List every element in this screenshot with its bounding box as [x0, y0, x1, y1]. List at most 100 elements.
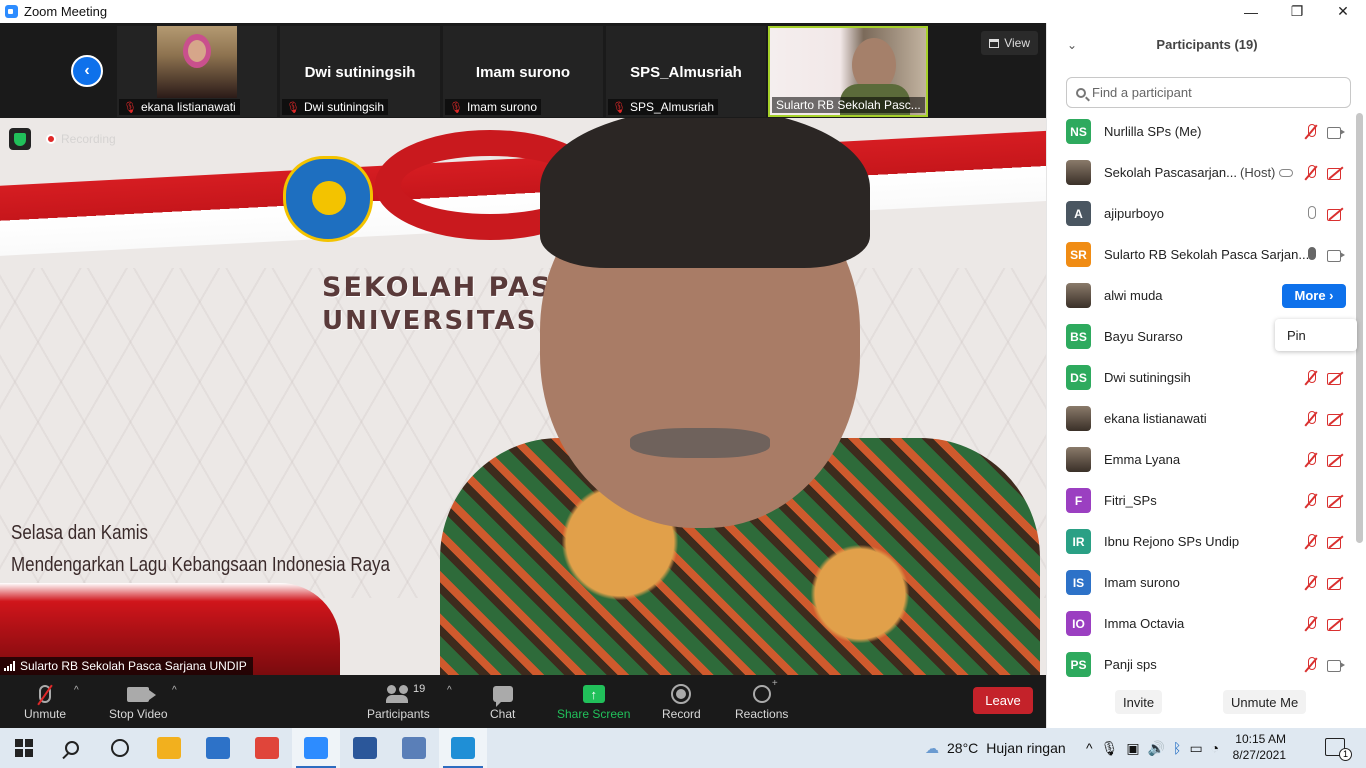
video-off-icon[interactable] — [1327, 167, 1344, 180]
participant-row[interactable]: alwi muda More › — [1047, 275, 1357, 316]
thumbnail-center-name: SPS_Almusriah — [630, 64, 742, 81]
video-off-icon[interactable] — [1327, 536, 1344, 549]
microphone-icon[interactable] — [1304, 246, 1318, 263]
mic-muted-icon[interactable] — [1304, 492, 1318, 509]
recording-label: Recording — [61, 132, 116, 146]
mic-muted-icon: 🎙 — [449, 101, 463, 114]
mic-muted-icon[interactable] — [1304, 410, 1318, 427]
record-button[interactable]: Record — [662, 681, 701, 721]
more-button[interactable]: More › — [1282, 283, 1346, 308]
notifications-icon[interactable]: 1 — [1325, 738, 1352, 761]
battery-icon[interactable]: ▭ — [1189, 740, 1202, 757]
mic-muted-icon[interactable] — [1304, 369, 1318, 386]
previous-page-button[interactable]: ‹ — [71, 55, 103, 87]
unmute-button[interactable]: Unmute — [24, 681, 66, 721]
mic-muted-icon[interactable] — [1304, 123, 1318, 140]
thumbnail-ekana-listianawati[interactable]: 🎙 ekana listianawati — [117, 26, 277, 117]
wifi-icon[interactable]: ◔ — [1211, 740, 1219, 756]
minimize-button[interactable]: — — [1228, 0, 1274, 23]
participant-row[interactable]: Sekolah Pascasarjan... (Host) — [1047, 152, 1357, 193]
participant-list-scrollbar[interactable] — [1356, 113, 1363, 543]
microphone-icon[interactable]: 🎙 — [1101, 740, 1119, 757]
taskbar-app-app-active[interactable] — [439, 728, 487, 768]
leave-button[interactable]: Leave — [973, 687, 1033, 714]
invite-button[interactable]: Invite — [1115, 690, 1163, 714]
participant-row[interactable]: SR Sularto RB Sekolah Pasca Sarjan... — [1047, 234, 1357, 275]
microphone-icon[interactable] — [1304, 205, 1318, 222]
mic-muted-icon[interactable] — [1304, 533, 1318, 550]
encryption-shield-icon[interactable] — [9, 128, 31, 150]
mic-muted-icon[interactable] — [1304, 615, 1318, 632]
camera-icon[interactable]: ▣ — [1126, 740, 1139, 757]
mic-muted-icon[interactable] — [1304, 451, 1318, 468]
start-button[interactable] — [0, 728, 48, 768]
participant-row[interactable]: DS Dwi sutiningsih — [1047, 357, 1357, 398]
participant-name: Panji sps — [1104, 657, 1157, 672]
windows-taskbar: ☁ 28°C Hujan ringan ^ 🎙 ▣ 🔊 ᛒ ▭ ◔ 10:15 … — [0, 728, 1366, 768]
restore-button[interactable]: ❐ — [1274, 0, 1320, 23]
taskbar-app-file-explorer[interactable] — [145, 728, 193, 768]
video-camera-icon[interactable] — [1327, 659, 1345, 672]
bluetooth-icon[interactable]: ᛒ — [1173, 740, 1181, 756]
video-options-caret-icon[interactable]: ^ — [172, 685, 177, 696]
participant-row[interactable]: NS Nurlilla SPs (Me) — [1047, 111, 1357, 152]
volume-icon[interactable]: 🔊 — [1148, 740, 1165, 757]
participant-row[interactable]: F Fitri_SPs — [1047, 480, 1357, 521]
thumbnail-dwi-sutiningsih[interactable]: Dwi sutiningsih 🎙 Dwi sutiningsih — [280, 26, 440, 117]
zoom-logo-icon — [5, 5, 18, 18]
speaker-figure — [440, 118, 1040, 675]
participant-row[interactable]: Emma Lyana — [1047, 439, 1357, 480]
participant-row[interactable]: Aajipurboyo — [1047, 193, 1357, 234]
video-off-icon[interactable] — [1327, 208, 1344, 221]
video-camera-icon[interactable] — [1327, 126, 1345, 139]
video-camera-icon[interactable] — [1327, 249, 1345, 262]
chevron-up-icon[interactable]: ^ — [1086, 740, 1093, 756]
audio-options-caret-icon[interactable]: ^ — [74, 685, 79, 696]
video-off-icon[interactable] — [1327, 495, 1344, 508]
video-off-icon[interactable] — [1327, 577, 1344, 590]
participant-search-input[interactable] — [1092, 85, 1332, 100]
task-view-button[interactable] — [96, 728, 144, 768]
view-button[interactable]: View — [981, 31, 1038, 55]
mic-muted-icon[interactable] — [1304, 164, 1318, 181]
mic-muted-icon[interactable] — [1304, 574, 1318, 591]
participant-name: ekana listianawati — [1104, 411, 1207, 426]
participant-row[interactable]: IO Imma Octavia — [1047, 603, 1357, 644]
taskbar-app-chrome[interactable] — [243, 728, 291, 768]
participant-row[interactable]: PS Panji sps — [1047, 644, 1357, 677]
thumbnail-active-speaker[interactable]: Sularto RB Sekolah Pasc... — [768, 26, 928, 117]
participant-row[interactable]: ekana listianawati — [1047, 398, 1357, 439]
stop-video-button[interactable]: Stop Video — [109, 681, 168, 721]
close-button[interactable]: ✕ — [1320, 0, 1366, 23]
taskbar-app-zoom[interactable] — [292, 728, 340, 768]
video-off-icon[interactable] — [1327, 413, 1344, 426]
participant-row[interactable]: IR Ibnu Rejono SPs Undip — [1047, 521, 1357, 562]
participants-icon — [386, 685, 410, 703]
unmute-me-button[interactable]: Unmute Me — [1223, 690, 1307, 714]
participants-options-caret-icon[interactable]: ^ — [447, 685, 452, 696]
participant-row[interactable]: IS Imam surono — [1047, 562, 1357, 603]
mic-muted-icon: 🎙 — [286, 101, 300, 114]
clock-time: 10:15 AM — [1235, 732, 1286, 746]
video-off-icon[interactable] — [1327, 454, 1344, 467]
meeting-area: ‹ 🎙 ekana listianawati Dwi sutiningsih 🎙… — [0, 23, 1046, 728]
thumbnail-imam-surono[interactable]: Imam surono 🎙 Imam surono — [443, 26, 603, 117]
chrome-icon — [255, 737, 279, 759]
participant-search[interactable] — [1066, 77, 1351, 108]
video-off-icon[interactable] — [1327, 372, 1344, 385]
participant-name: Nurlilla SPs (Me) — [1104, 124, 1202, 139]
video-off-icon[interactable] — [1327, 618, 1344, 631]
reactions-button[interactable]: Reactions — [735, 678, 788, 721]
clock[interactable]: 10:15 AM 8/27/2021 — [1222, 731, 1286, 763]
taskbar-app-mail[interactable] — [194, 728, 242, 768]
mic-muted-icon[interactable] — [1304, 656, 1318, 673]
avatar: F — [1066, 488, 1091, 513]
thumbnail-sps-almusriah[interactable]: SPS_Almusriah 🎙 SPS_Almusriah — [606, 26, 766, 117]
taskbar-search-button[interactable] — [48, 728, 96, 768]
taskbar-app-app[interactable] — [390, 728, 438, 768]
share-screen-button[interactable]: ↑ Share Screen — [557, 681, 630, 721]
chat-button[interactable]: Chat — [490, 681, 515, 721]
weather-widget[interactable]: ☁ 28°C Hujan ringan — [925, 728, 1066, 768]
pin-menu-item[interactable]: Pin — [1275, 319, 1357, 351]
taskbar-app-word[interactable] — [341, 728, 389, 768]
